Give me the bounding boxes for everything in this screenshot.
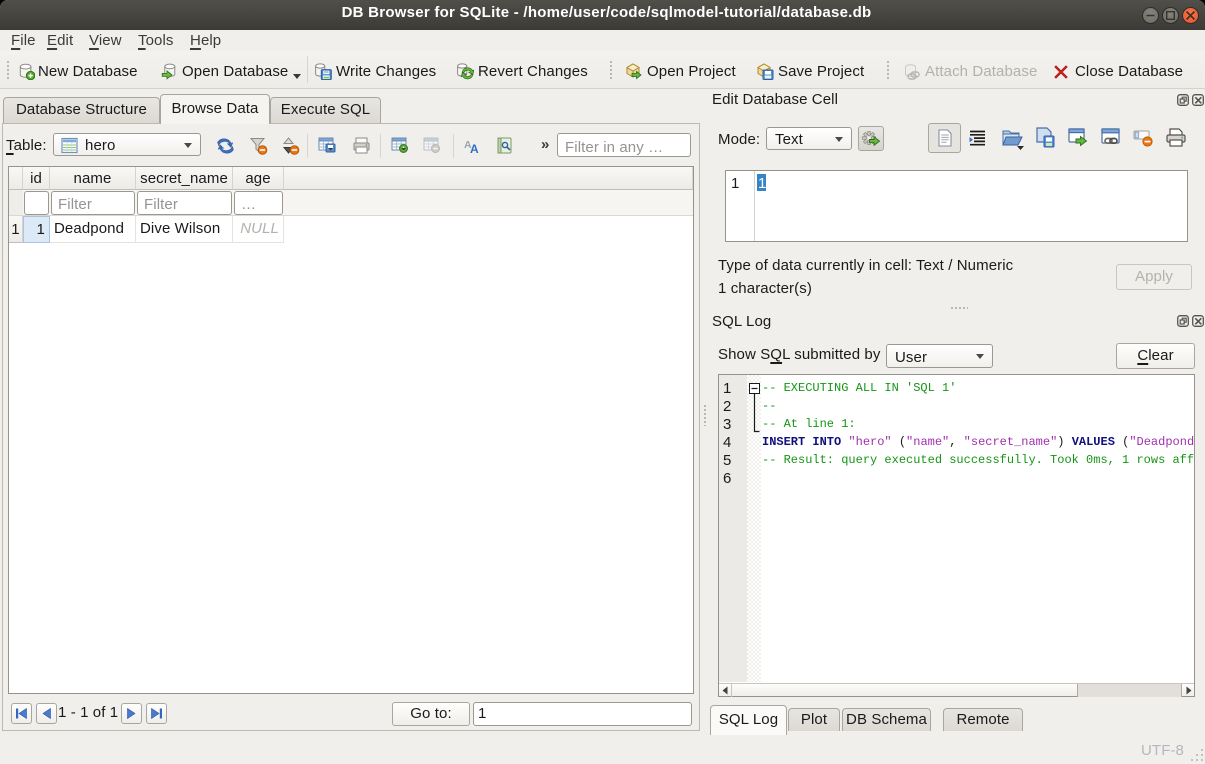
svg-text:A: A bbox=[470, 142, 479, 155]
